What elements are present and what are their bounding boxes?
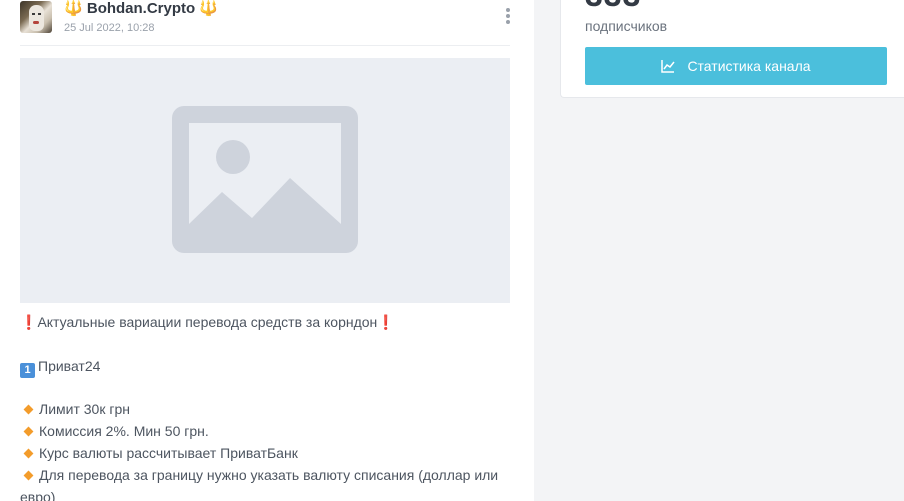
orange-diamond-icon: [23, 470, 34, 481]
list-item-text: Для перевода за границу нужно указать ва…: [20, 466, 499, 501]
post-title-text: Актуальные вариации перевода средств за …: [37, 314, 378, 330]
image-placeholder-icon: [172, 106, 358, 253]
keycap-number-icon: 1: [20, 362, 35, 378]
avatar-mouth: [33, 21, 39, 24]
post-card: 🔱 Bohdan.Crypto 🔱 25 Jul 2022, 10:28 ❗Ак…: [0, 0, 534, 501]
list-item: Курс валюты рассчитывает ПриватБанк: [20, 443, 512, 465]
post-header: 🔱 Bohdan.Crypto 🔱 25 Jul 2022, 10:28: [20, 0, 510, 46]
post-image-placeholder[interactable]: [20, 58, 510, 303]
orange-diamond-icon: [23, 426, 34, 437]
orange-diamond-icon: [23, 448, 34, 459]
channel-stats-card: 333 подписчиков Статистика канала: [560, 0, 904, 98]
section-title: Приват24: [38, 357, 101, 374]
orange-diamond-icon: [23, 404, 34, 415]
stats-button-label: Статистика канала: [687, 58, 811, 74]
channel-name[interactable]: 🔱 Bohdan.Crypto 🔱: [64, 0, 218, 18]
subscriber-count: 333: [585, 0, 641, 11]
list-item-text: Курс валюты рассчитывает ПриватБанк: [39, 444, 298, 461]
section-heading: 1 Приват24: [20, 356, 512, 378]
post-date: 25 Jul 2022, 10:28: [64, 22, 155, 34]
trident-icon: 🔱: [64, 0, 83, 17]
exclamation-icon: ❗: [20, 314, 38, 330]
channel-stats-button[interactable]: Статистика канала: [585, 47, 887, 85]
avatar-face: [29, 5, 44, 31]
exclamation-icon: ❗: [377, 314, 395, 330]
channel-name-text: Bohdan.Crypto: [86, 0, 196, 17]
list-item: Комиссия 2%. Мин 50 грн.: [20, 421, 512, 443]
post-title-line: ❗Актуальные вариации перевода средств за…: [20, 312, 512, 334]
list-item-text: Комиссия 2%. Мин 50 грн.: [39, 423, 209, 440]
post-text: ❗Актуальные вариации перевода средств за…: [20, 312, 512, 501]
channel-avatar[interactable]: [20, 1, 52, 33]
list-item: Для перевода за границу нужно указать ва…: [20, 465, 512, 501]
trident-icon: 🔱: [199, 0, 219, 17]
line-chart-icon: [661, 60, 676, 73]
more-options-icon[interactable]: [498, 6, 518, 26]
avatar-eye: [38, 13, 41, 15]
subscriber-label: подписчиков: [585, 18, 668, 34]
avatar-eye: [32, 13, 35, 15]
list-item: Лимит 30к грн: [20, 399, 512, 421]
list-item-text: Лимит 30к грн: [39, 401, 130, 418]
